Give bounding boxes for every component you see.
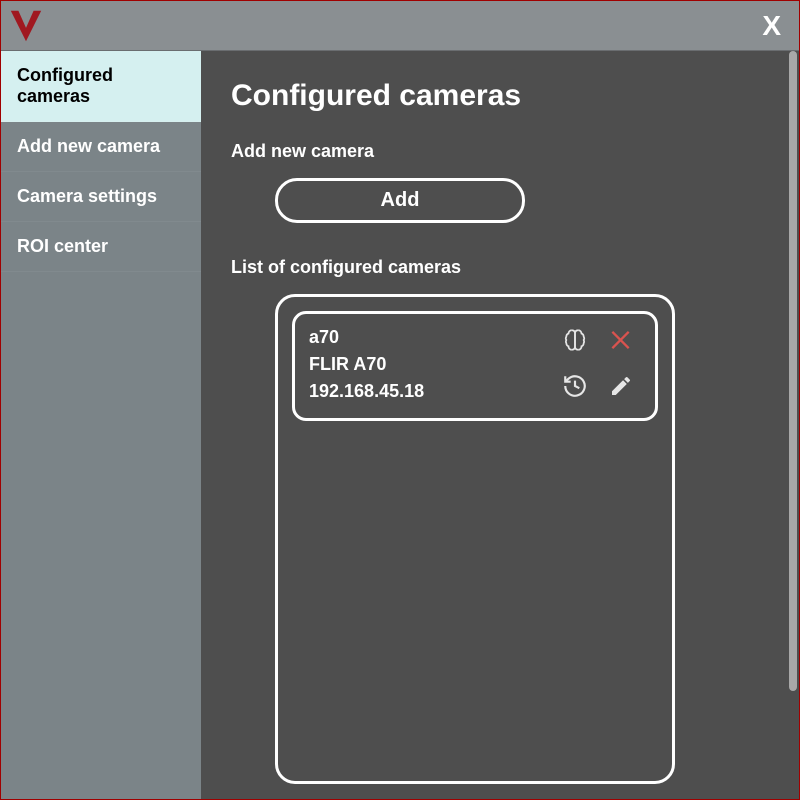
scrollbar-thumb[interactable] xyxy=(789,51,797,691)
sidebar-item-configured-cameras[interactable]: Configured cameras xyxy=(1,51,201,122)
main-content: Configured cameras Add new camera Add Li… xyxy=(201,51,799,799)
add-button[interactable]: Add xyxy=(275,178,525,223)
brain-icon[interactable] xyxy=(559,324,591,356)
add-camera-section-label: Add new camera xyxy=(231,141,769,162)
sidebar-item-label: Configured cameras xyxy=(17,65,113,106)
list-section-label: List of configured cameras xyxy=(231,257,769,278)
sidebar-item-label: ROI center xyxy=(17,236,108,256)
camera-card: a70 FLIR A70 192.168.45.18 xyxy=(292,311,658,421)
camera-ip: 192.168.45.18 xyxy=(309,378,424,405)
history-icon[interactable] xyxy=(559,370,591,402)
app-logo-icon xyxy=(7,7,45,45)
sidebar: Configured cameras Add new camera Camera… xyxy=(1,51,201,799)
camera-name: a70 xyxy=(309,324,424,351)
app-body: Configured cameras Add new camera Camera… xyxy=(1,51,799,799)
sidebar-item-label: Camera settings xyxy=(17,186,157,206)
titlebar: X xyxy=(1,1,799,51)
scrollbar[interactable] xyxy=(787,51,797,799)
camera-info: a70 FLIR A70 192.168.45.18 xyxy=(309,324,424,406)
sidebar-item-label: Add new camera xyxy=(17,136,160,156)
delete-icon[interactable] xyxy=(605,324,637,356)
sidebar-item-roi-center[interactable]: ROI center xyxy=(1,222,201,272)
close-button[interactable]: X xyxy=(754,8,789,44)
sidebar-item-camera-settings[interactable]: Camera settings xyxy=(1,172,201,222)
app-window: X Configured cameras Add new camera Came… xyxy=(0,0,800,800)
camera-list-panel: a70 FLIR A70 192.168.45.18 xyxy=(275,294,675,784)
camera-model: FLIR A70 xyxy=(309,351,424,378)
edit-icon[interactable] xyxy=(605,370,637,402)
page-title: Configured cameras xyxy=(231,79,769,113)
sidebar-item-add-new-camera[interactable]: Add new camera xyxy=(1,122,201,172)
camera-actions xyxy=(559,324,641,406)
